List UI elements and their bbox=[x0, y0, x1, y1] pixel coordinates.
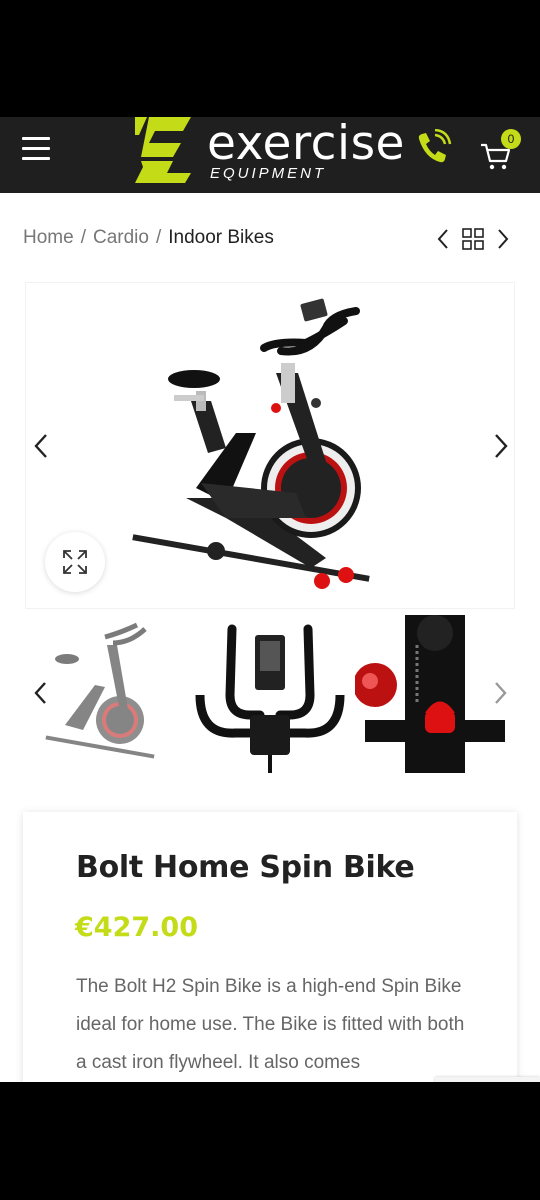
logo-subtitle: EQUIPMENT bbox=[210, 165, 327, 182]
thumbs-next-icon[interactable] bbox=[492, 680, 508, 706]
next-product-icon[interactable] bbox=[496, 227, 510, 251]
prev-product-icon[interactable] bbox=[436, 227, 450, 251]
cart-count-badge: 0 bbox=[501, 129, 521, 149]
breadcrumb-separator: / bbox=[80, 227, 86, 248]
product-description: The Bolt H2 Spin Bike is a high-end Spin… bbox=[76, 976, 465, 1073]
thumb-bike-image bbox=[45, 622, 155, 759]
grid-view-icon[interactable] bbox=[461, 227, 485, 251]
breadcrumb-separator: / bbox=[155, 227, 162, 248]
site-logo[interactable]: exercise EQUIPMENT bbox=[135, 117, 465, 187]
thumbnail-2[interactable] bbox=[190, 615, 350, 773]
recaptcha-badge bbox=[435, 1077, 540, 1082]
logo-wordmark: exercise bbox=[207, 117, 405, 171]
breadcrumb-home[interactable]: Home bbox=[23, 227, 74, 248]
zoom-button[interactable] bbox=[45, 532, 105, 592]
screen: exercise EQUIPMENT 0 Home / Cardio / Indoor … bbox=[0, 117, 540, 1082]
menu-icon[interactable] bbox=[22, 137, 50, 161]
logo-mark-icon bbox=[135, 117, 191, 183]
gallery-prev-icon[interactable] bbox=[32, 431, 52, 461]
product-summary-card: Bolt Home Spin Bike €427.00 The Bolt H2 … bbox=[23, 812, 517, 1082]
breadcrumb-current: Indoor Bikes bbox=[168, 227, 274, 248]
thumbnail-1[interactable] bbox=[25, 615, 185, 773]
breadcrumb: Home / Cardio / Indoor Bikes bbox=[23, 227, 274, 249]
expand-icon bbox=[63, 550, 87, 574]
thumb-handlebar-image bbox=[195, 624, 345, 773]
thumbnail-3[interactable] bbox=[355, 615, 515, 773]
breadcrumb-cardio[interactable]: Cardio bbox=[93, 227, 149, 248]
thumb-resistance-knob-image bbox=[355, 615, 505, 773]
product-price: €427.00 bbox=[75, 912, 198, 943]
site-header: exercise EQUIPMENT 0 bbox=[0, 117, 540, 193]
gallery-next-icon[interactable] bbox=[490, 431, 510, 461]
thumbs-prev-icon[interactable] bbox=[33, 680, 49, 706]
phone-icon[interactable] bbox=[413, 129, 453, 169]
product-title: Bolt Home Spin Bike bbox=[76, 850, 415, 885]
cart-button[interactable]: 0 bbox=[479, 129, 525, 175]
